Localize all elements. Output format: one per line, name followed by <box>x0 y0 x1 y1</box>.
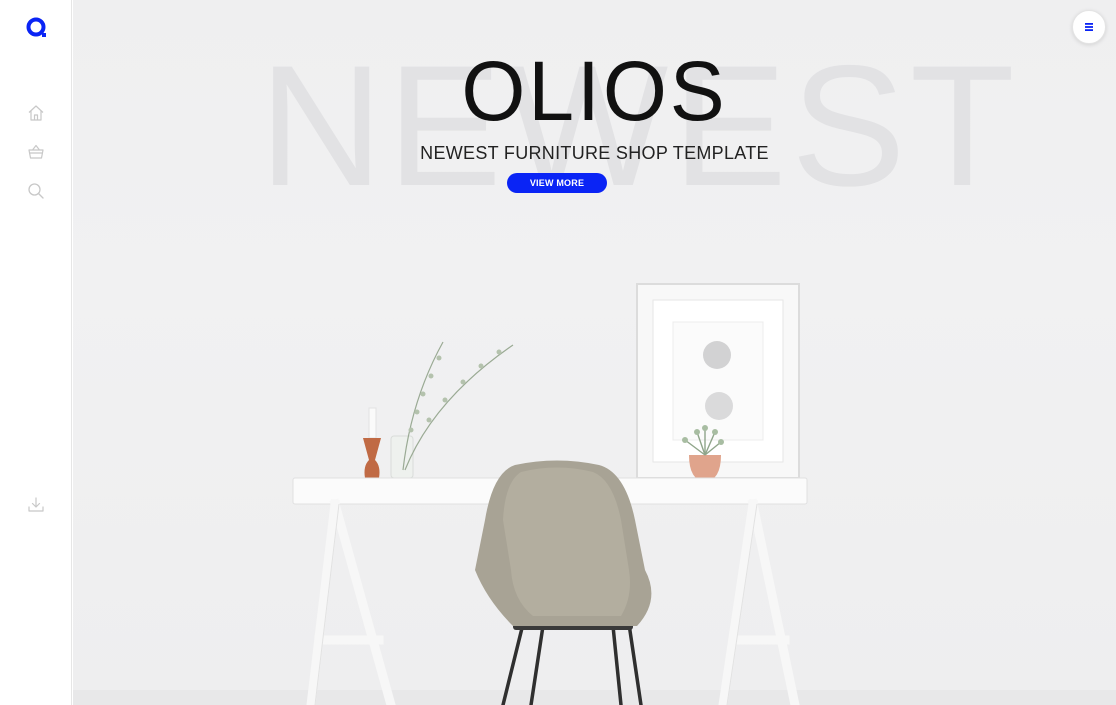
hero-banner: NEWEST OLIOS NEWEST FURNITURE SHOP TEMPL… <box>73 0 1116 705</box>
hero-tagline: NEWEST FURNITURE SHOP TEMPLATE <box>420 143 769 163</box>
download-icon[interactable] <box>26 495 46 515</box>
hamburger-menu-icon <box>1085 23 1093 31</box>
menu-button[interactable] <box>1072 10 1106 44</box>
brand-logo-icon[interactable] <box>25 16 49 40</box>
home-icon[interactable] <box>26 103 46 123</box>
shopping-basket-icon[interactable] <box>26 142 46 162</box>
view-more-button[interactable]: VIEW MORE <box>507 173 607 193</box>
hero-brand-title: OLIOS <box>461 44 728 138</box>
sidebar <box>0 0 72 705</box>
search-icon[interactable] <box>26 181 46 201</box>
